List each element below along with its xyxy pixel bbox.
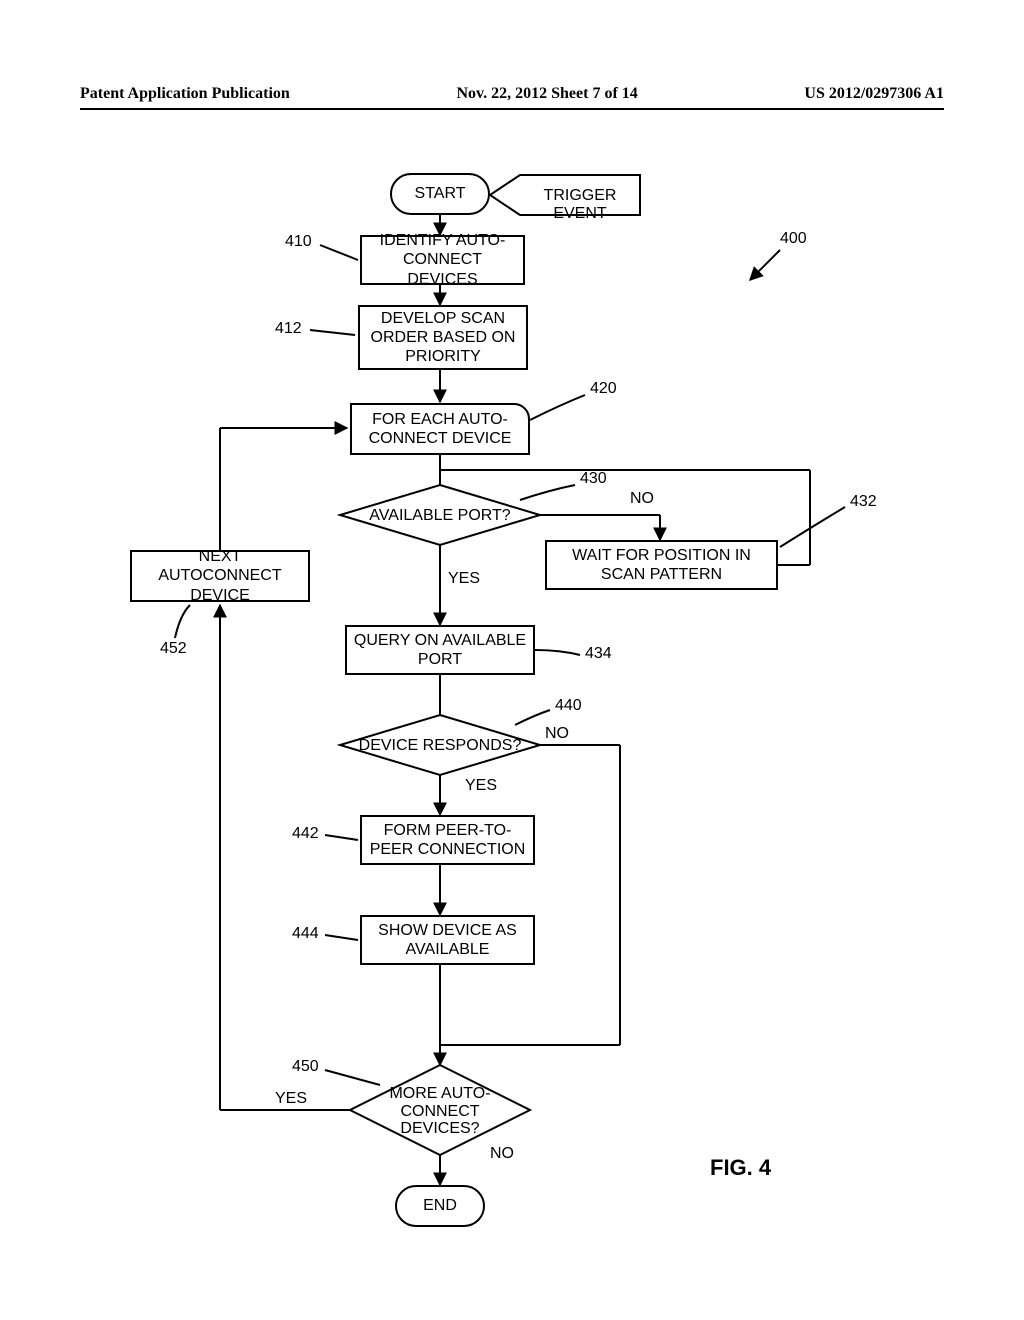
ref-410: 410 [285, 233, 312, 251]
ref-444: 444 [292, 925, 319, 943]
header-left: Patent Application Publication [80, 85, 290, 103]
page: Patent Application Publication Nov. 22, … [0, 0, 1024, 1320]
figure-label: FIG. 4 [710, 1155, 771, 1181]
header-center: Nov. 22, 2012 Sheet 7 of 14 [456, 85, 637, 103]
no-label: NO [490, 1145, 514, 1163]
ref-420: 420 [590, 380, 617, 398]
wait-position-box: WAIT FOR POSITION IN SCAN PATTERN [545, 540, 778, 590]
ref-450: 450 [292, 1058, 319, 1076]
device-responds-decision: DEVICE RESPONDS? [355, 737, 525, 755]
header-rule [80, 108, 944, 110]
no-label: NO [630, 490, 654, 508]
more-devices-decision: MORE AUTO-CONNECT DEVICES? [370, 1085, 510, 1138]
yes-label: YES [465, 777, 497, 795]
query-port-box: QUERY ON AVAILABLE PORT [345, 625, 535, 675]
yes-label: YES [275, 1090, 307, 1108]
ref-412: 412 [275, 320, 302, 338]
ref-442: 442 [292, 825, 319, 843]
next-autoconnect-box: NEXT AUTOCONNECT DEVICE [130, 550, 310, 602]
page-header: Patent Application Publication Nov. 22, … [80, 85, 944, 103]
ref-432: 432 [850, 493, 877, 511]
no-label: NO [545, 725, 569, 743]
develop-scan-order-box: DEVELOP SCAN ORDER BASED ON PRIORITY [358, 305, 528, 370]
end-node: END [395, 1185, 485, 1227]
identify-devices-box: IDENTIFY AUTO-CONNECT DEVICES [360, 235, 525, 285]
start-node: START [390, 173, 490, 215]
ref-400: 400 [780, 230, 807, 248]
ref-430: 430 [580, 470, 607, 488]
trigger-event-label: TRIGGER EVENT [515, 187, 645, 222]
ref-440: 440 [555, 697, 582, 715]
available-port-decision: AVAILABLE PORT? [360, 507, 520, 525]
ref-452: 452 [160, 640, 187, 658]
flowchart: START TRIGGER EVENT IDENTIFY AUTO-CONNEC… [60, 155, 960, 1255]
form-p2p-box: FORM PEER-TO-PEER CONNECTION [360, 815, 535, 865]
yes-label: YES [448, 570, 480, 588]
for-each-device-box: FOR EACH AUTO-CONNECT DEVICE [350, 403, 530, 455]
ref-434: 434 [585, 645, 612, 663]
show-available-box: SHOW DEVICE AS AVAILABLE [360, 915, 535, 965]
header-right: US 2012/0297306 A1 [804, 85, 944, 103]
